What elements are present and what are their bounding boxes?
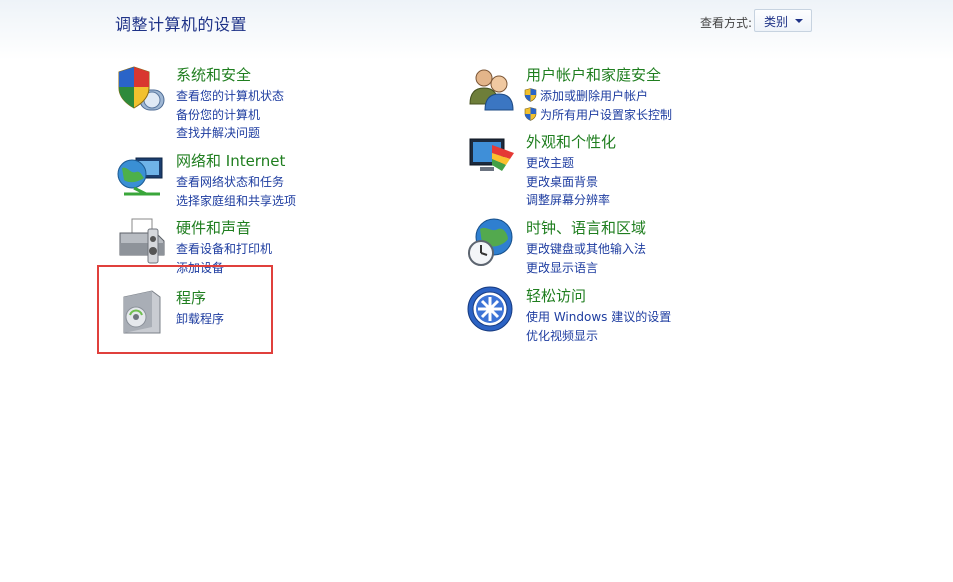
link-add-remove-user-text: 添加或删除用户帐户: [540, 89, 649, 103]
ease-of-access-icon: [467, 286, 513, 332]
link-parental-controls[interactable]: 为所有用户设置家长控制: [524, 106, 672, 125]
shield-computer-icon: [118, 66, 165, 111]
link-view-devices-printers[interactable]: 查看设备和打印机: [176, 240, 272, 259]
link-backup-computer[interactable]: 备份您的计算机: [176, 106, 284, 125]
link-change-input-method[interactable]: 更改键盘或其他输入法: [526, 240, 646, 259]
uac-shield-icon: [524, 88, 537, 102]
monitor-palette-icon: [469, 138, 514, 171]
category-title-users[interactable]: 用户帐户和家庭安全: [526, 64, 661, 85]
view-by-label: 查看方式:: [700, 16, 753, 30]
category-title-hardware[interactable]: 硬件和声音: [176, 217, 251, 238]
link-find-fix-problems[interactable]: 查找并解决问题: [176, 124, 284, 143]
link-view-network-status[interactable]: 查看网络状态和任务: [176, 173, 296, 192]
link-optimize-visual-display[interactable]: 优化视频显示: [526, 327, 671, 346]
page-title: 调整计算机的设置: [115, 15, 248, 34]
category-title-system[interactable]: 系统和安全: [176, 64, 251, 85]
link-adjust-resolution[interactable]: 调整屏幕分辨率: [526, 191, 610, 210]
globe-clock-icon: [468, 218, 513, 266]
network-globe-icon: [117, 157, 163, 196]
category-title-ease[interactable]: 轻松访问: [526, 285, 586, 306]
view-by-value: 类别: [764, 15, 789, 29]
link-change-background[interactable]: 更改桌面背景: [526, 173, 610, 192]
link-homegroup-sharing[interactable]: 选择家庭组和共享选项: [176, 192, 296, 211]
link-view-computer-status[interactable]: 查看您的计算机状态: [176, 87, 284, 106]
category-title-clock[interactable]: 时钟、语言和区域: [526, 217, 646, 238]
link-parental-controls-text: 为所有用户设置家长控制: [540, 107, 673, 122]
category-title-appearance[interactable]: 外观和个性化: [526, 131, 616, 152]
uac-shield-icon: [524, 106, 537, 121]
view-by-dropdown[interactable]: 类别: [754, 9, 812, 32]
link-change-display-language[interactable]: 更改显示语言: [526, 259, 646, 278]
users-icon: [469, 69, 514, 111]
link-add-remove-user[interactable]: 添加或删除用户帐户: [524, 87, 672, 106]
chevron-down-icon: [795, 19, 803, 23]
link-change-theme[interactable]: 更改主题: [526, 154, 610, 173]
category-title-network[interactable]: 网络和 Internet: [176, 150, 285, 171]
printer-icon: [119, 218, 165, 264]
link-windows-recommended-settings[interactable]: 使用 Windows 建议的设置: [526, 308, 671, 327]
programs-highlight-box: [97, 265, 273, 354]
